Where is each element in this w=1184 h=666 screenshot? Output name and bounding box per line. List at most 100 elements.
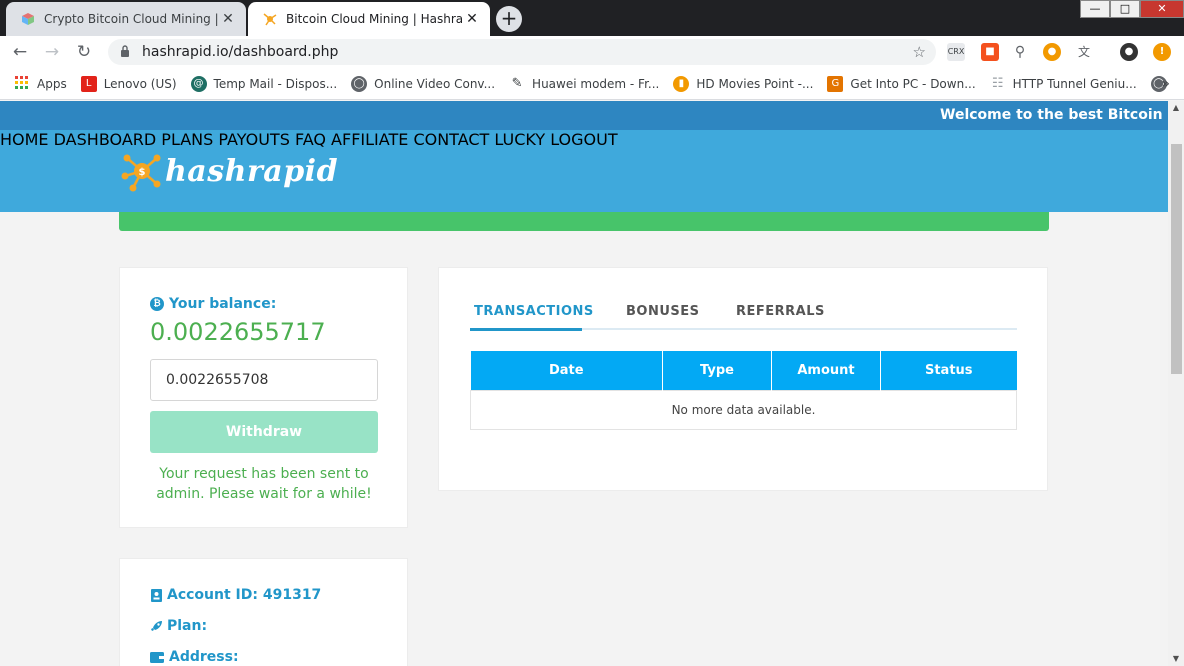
tempmail-icon: @	[190, 75, 207, 92]
site-navbar: $ hashrapid HOME DASHBOARD PLANS PAYOUTS…	[0, 130, 1168, 212]
nav-affiliate[interactable]: AFFILIATE	[331, 130, 408, 149]
table-row: No more data available.	[470, 389, 1017, 430]
lock-icon	[120, 44, 130, 60]
forward-icon[interactable]: →	[36, 42, 68, 62]
bookmark-huawei[interactable]: ✎ Huawei modem - Fr...	[509, 76, 660, 92]
withdraw-button[interactable]: Withdraw	[150, 411, 378, 453]
id-card-icon	[150, 588, 162, 602]
hashrapid-logo[interactable]: $ hashrapid	[121, 150, 338, 192]
nav-faq[interactable]: FAQ	[295, 130, 326, 149]
bookmark-label: Temp Mail - Dispos...	[213, 76, 338, 91]
tab-bonuses[interactable]: BONUSES	[626, 304, 700, 319]
back-icon[interactable]: ←	[4, 42, 36, 62]
notification-bar	[119, 212, 1049, 231]
column-header-type[interactable]: Type	[662, 351, 772, 390]
scroll-thumb[interactable]	[1171, 144, 1182, 374]
bookmark-video-conv[interactable]: ◯ Online Video Conv...	[351, 75, 495, 92]
page-icon: ☷	[991, 75, 1004, 91]
column-header-status[interactable]: Status	[880, 351, 1017, 390]
extension-shield-icon[interactable]: ■	[981, 43, 999, 61]
column-header-date[interactable]: Date	[470, 351, 663, 390]
bitcoin-icon: ₿	[150, 297, 164, 311]
getintopc-icon: G	[827, 75, 844, 92]
account-id: Account ID: 491317	[150, 587, 321, 603]
tab-title: Bitcoin Cloud Mining | Hashrapid	[286, 12, 462, 26]
account-address: Address:	[150, 649, 239, 665]
crx-extension-icon[interactable]: CRX	[947, 43, 965, 61]
bookmark-label: Huawei modem - Fr...	[532, 76, 660, 91]
bookmark-apps[interactable]: Apps	[14, 75, 67, 92]
address-bar[interactable]: hashrapid.io/dashboard.php ☆	[108, 39, 936, 65]
rocket-icon	[150, 620, 162, 633]
search-icon[interactable]: ⚲	[1011, 43, 1029, 61]
nav-plans[interactable]: PLANS	[161, 130, 213, 149]
close-tab-icon[interactable]: ✕	[218, 11, 238, 27]
bookmark-label: Lenovo (US)	[103, 76, 177, 91]
bookmark-hd-movies[interactable]: ▮ HD Movies Point -...	[673, 75, 814, 92]
nav-dashboard[interactable]: DASHBOARD	[54, 130, 157, 149]
page-scrollbar[interactable]: ▲ ▼	[1168, 101, 1184, 666]
nav-lucky[interactable]: LUCKY	[494, 130, 545, 149]
extension-coin-icon[interactable]: ●	[1043, 43, 1061, 61]
reload-icon[interactable]: ↻	[68, 42, 100, 62]
more-bookmarks-icon[interactable]: »	[1161, 76, 1170, 92]
nav-logout[interactable]: LOGOUT	[550, 130, 617, 149]
minimize-icon[interactable]: —	[1080, 0, 1110, 18]
tab-referrals[interactable]: REFERRALS	[736, 304, 825, 319]
bookmark-label: HTTP Tunnel Geniu...	[1012, 76, 1137, 91]
account-address-text: Address:	[169, 649, 239, 665]
account-plan: Plan:	[150, 618, 207, 634]
close-tab-icon[interactable]: ✕	[462, 11, 482, 27]
browser-tab-hashrapid[interactable]: Bitcoin Cloud Mining | Hashrapid ✕	[248, 2, 490, 36]
box-favicon-icon	[20, 11, 36, 27]
new-tab-button[interactable]: +	[496, 6, 522, 32]
active-tab-indicator	[470, 328, 582, 331]
scroll-up-icon[interactable]: ▲	[1168, 101, 1184, 115]
browser-toolbar: ← → ↻ hashrapid.io/dashboard.php ☆ CRX ■…	[0, 36, 1184, 68]
bookmark-tempmail[interactable]: @ Temp Mail - Dispos...	[190, 75, 338, 92]
bookmark-http-tunnel[interactable]: ☷ HTTP Tunnel Geniu...	[990, 76, 1137, 92]
balance-card: ₿ Your balance: 0.0022655717 Withdraw Yo…	[119, 267, 408, 528]
lenovo-icon: L	[80, 75, 97, 92]
nav-home[interactable]: HOME	[0, 130, 49, 149]
withdraw-amount-input[interactable]	[150, 359, 378, 401]
globe-icon: ◯	[351, 75, 368, 92]
chart-icon: ▮	[673, 75, 690, 92]
tab-transactions[interactable]: TRANSACTIONS	[474, 304, 594, 319]
bookmark-label: Get Into PC - Down...	[850, 76, 976, 91]
url-text: hashrapid.io/dashboard.php	[142, 44, 339, 60]
balance-value: 0.0022655717	[150, 318, 326, 346]
history-tabs: TRANSACTIONS BONUSES REFERRALS	[470, 304, 1017, 331]
nav-payouts[interactable]: PAYOUTS	[218, 130, 289, 149]
account-plan-text: Plan:	[167, 618, 208, 634]
bookmark-getintopc[interactable]: G Get Into PC - Down...	[827, 75, 976, 92]
empty-table-message: No more data available.	[470, 389, 1017, 430]
welcome-ticker: Welcome to the best Bitcoin mining	[0, 101, 1168, 130]
nav-contact[interactable]: CONTACT	[413, 130, 489, 149]
profile-avatar[interactable]: ●	[1120, 43, 1138, 61]
wallet-icon	[150, 651, 164, 664]
logo-network-icon: $	[121, 150, 163, 192]
balance-label-text: Your balance:	[169, 296, 277, 312]
scroll-down-icon[interactable]: ▼	[1168, 652, 1184, 666]
ticker-text: Welcome to the best Bitcoin mining	[940, 107, 1168, 123]
translate-icon[interactable]: 文	[1075, 43, 1093, 61]
apps-grid-icon	[14, 75, 30, 92]
browser-tab-crypto[interactable]: Crypto Bitcoin Cloud Mining | Pi ✕	[6, 2, 246, 36]
bookmark-lenovo[interactable]: L Lenovo (US)	[80, 75, 177, 92]
bookmarks-bar: Apps L Lenovo (US) @ Temp Mail - Dispos.…	[0, 68, 1184, 100]
column-header-amount[interactable]: Amount	[771, 351, 881, 390]
svg-text:$: $	[139, 167, 146, 178]
maximize-icon[interactable]: □	[1110, 0, 1140, 18]
bookmark-label: HD Movies Point -...	[696, 76, 814, 91]
page-viewport: Welcome to the best Bitcoin mining $	[0, 101, 1168, 666]
tab-strip: Crypto Bitcoin Cloud Mining | Pi ✕ Bitco…	[0, 0, 1184, 36]
account-id-text: Account ID: 491317	[167, 587, 322, 603]
tab-title: Crypto Bitcoin Cloud Mining | Pi	[44, 12, 218, 26]
bookmark-label: Apps	[37, 76, 67, 91]
balance-label: ₿ Your balance:	[150, 296, 276, 312]
logo-wordmark: hashrapid	[165, 153, 339, 189]
update-alert-icon[interactable]: !	[1153, 43, 1171, 61]
window-close-icon[interactable]: ✕	[1140, 0, 1184, 18]
bookmark-star-icon[interactable]: ☆	[913, 43, 926, 61]
